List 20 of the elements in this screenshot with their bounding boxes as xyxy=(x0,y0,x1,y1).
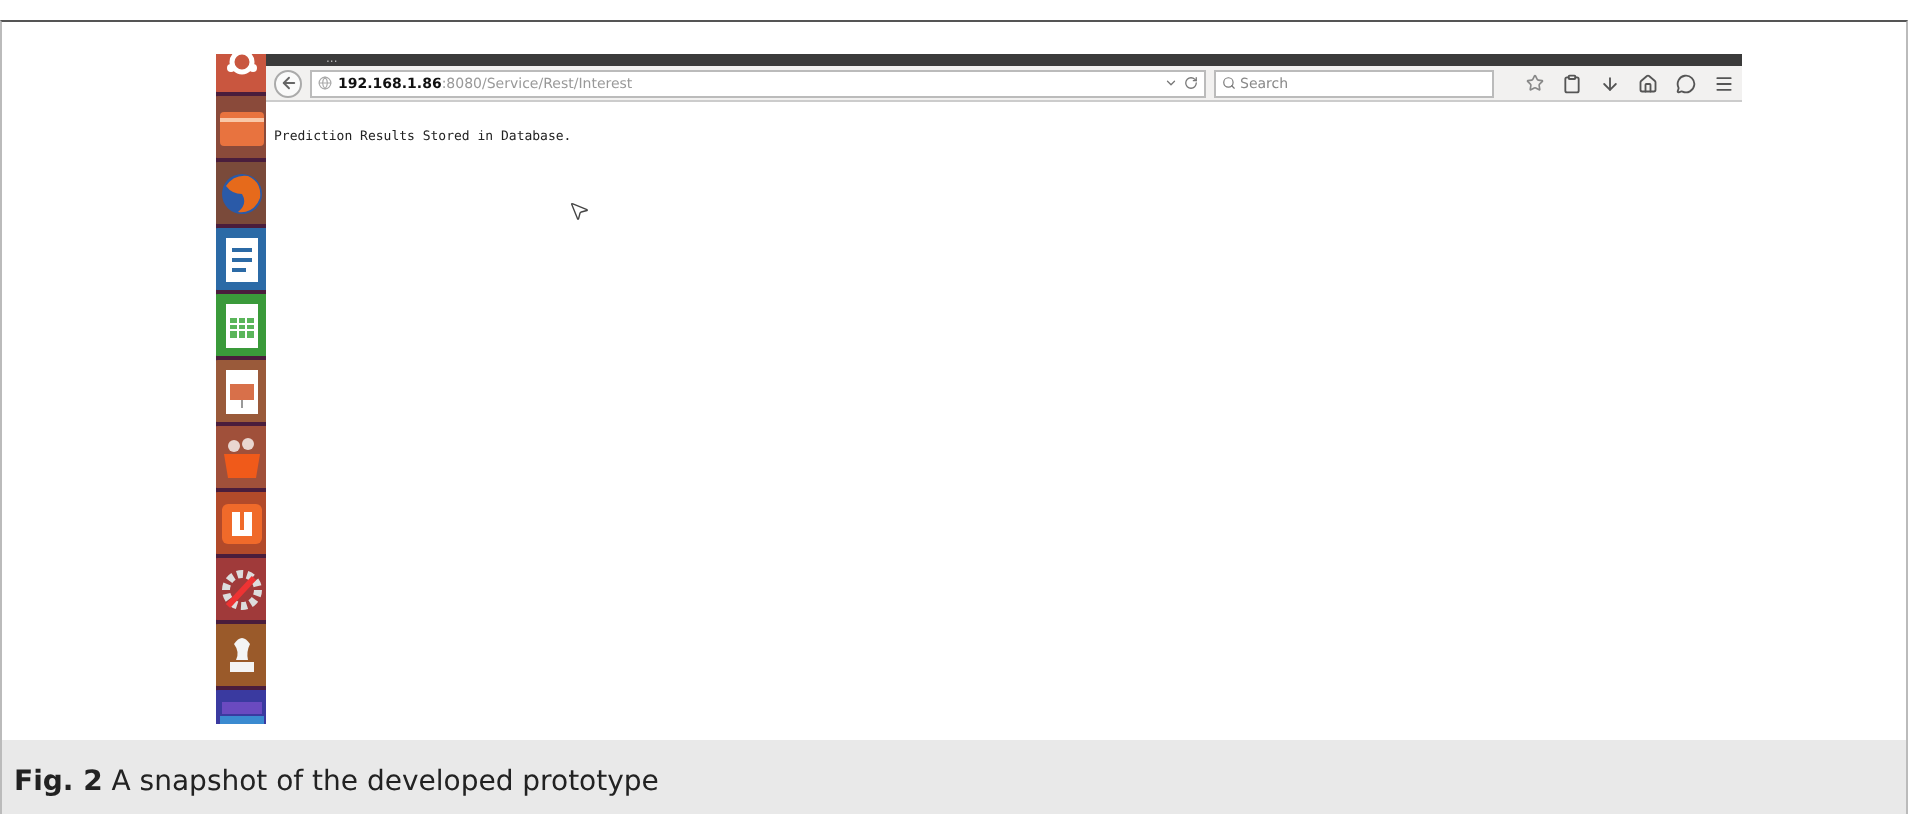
menu-icon[interactable] xyxy=(1714,73,1734,93)
star-icon[interactable] xyxy=(1526,74,1544,92)
clipboard-icon[interactable] xyxy=(1562,73,1582,93)
presentation-icon[interactable] xyxy=(216,360,266,422)
back-arrow-icon xyxy=(279,74,297,92)
document-icon[interactable] xyxy=(216,228,266,290)
reload-icon[interactable] xyxy=(1184,76,1198,90)
back-button[interactable] xyxy=(274,69,302,97)
globe-icon xyxy=(318,76,332,90)
tile-icon[interactable] xyxy=(216,492,266,554)
dropdown-icon[interactable] xyxy=(1164,76,1178,90)
download-icon[interactable] xyxy=(1600,73,1620,93)
home-icon[interactable] xyxy=(1638,73,1658,93)
spreadsheet-icon[interactable] xyxy=(216,294,266,356)
chat-icon[interactable] xyxy=(1676,73,1696,93)
folder-icon[interactable] xyxy=(216,96,266,158)
shopping-bag-icon[interactable] xyxy=(216,426,266,488)
mouse-cursor-icon xyxy=(568,200,590,222)
figure-caption: Fig. 2 A snapshot of the developed prototype xyxy=(14,766,659,798)
search-icon xyxy=(1222,76,1236,90)
